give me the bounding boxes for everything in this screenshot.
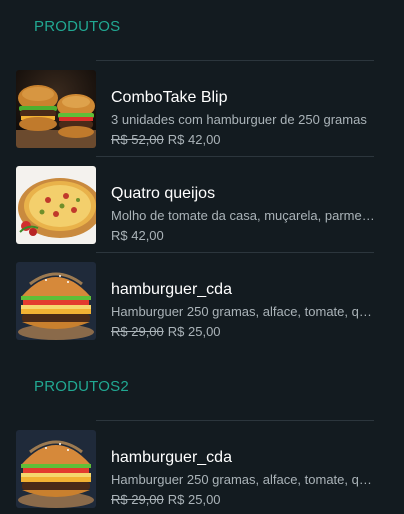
product-price: R$ 52,00 R$ 42,00 [111,132,221,147]
section-title-produtos2: PRODUTOS2 [34,378,129,395]
product-item-hamburguer-cda[interactable]: hamburguer_cda Hamburguer 250 gramas, al… [16,262,404,340]
product-price: R$ 29,00 R$ 25,00 [111,324,221,339]
product-name: Quatro queijos [111,185,216,202]
old-price: R$ 52,00 [111,132,164,147]
product-item-hamburguer-cda[interactable]: hamburguer_cda Hamburguer 250 gramas, al… [16,430,404,508]
burger-image [16,262,96,340]
product-description: Hamburguer 250 gramas, alface, tomate, q… [111,304,375,319]
divider [96,156,374,157]
divider [96,60,374,61]
product-name: hamburguer_cda [111,281,232,298]
product-name: hamburguer_cda [111,449,232,466]
product-name: ComboTake Blip [111,89,228,106]
product-description: 3 unidades com hamburguer de 250 gramas [111,112,367,127]
product-item-combotake-blip[interactable]: ComboTake Blip 3 unidades com hamburguer… [16,70,404,148]
burger-image [16,430,96,508]
product-item-quatro-queijos[interactable]: Quatro queijos Molho de tomate da casa, … [16,166,404,244]
product-description: Molho de tomate da casa, muçarela, parme… [111,208,375,223]
product-list-page: PRODUTOS ComboTake Blip 3 unidades com h… [0,0,404,514]
product-description: Hamburguer 250 gramas, alface, tomate, q… [111,472,375,487]
divider [96,252,374,253]
current-price: R$ 25,00 [167,492,221,507]
product-price: R$ 29,00 R$ 25,00 [111,492,221,507]
burger-combo-image [16,70,96,148]
current-price: R$ 42,00 [111,228,164,243]
section-title-produtos: PRODUTOS [34,18,121,35]
pizza-image [16,166,96,244]
product-price: R$ 42,00 [111,228,164,243]
divider [96,420,374,421]
current-price: R$ 42,00 [167,132,221,147]
old-price: R$ 29,00 [111,324,164,339]
old-price: R$ 29,00 [111,492,164,507]
current-price: R$ 25,00 [167,324,221,339]
